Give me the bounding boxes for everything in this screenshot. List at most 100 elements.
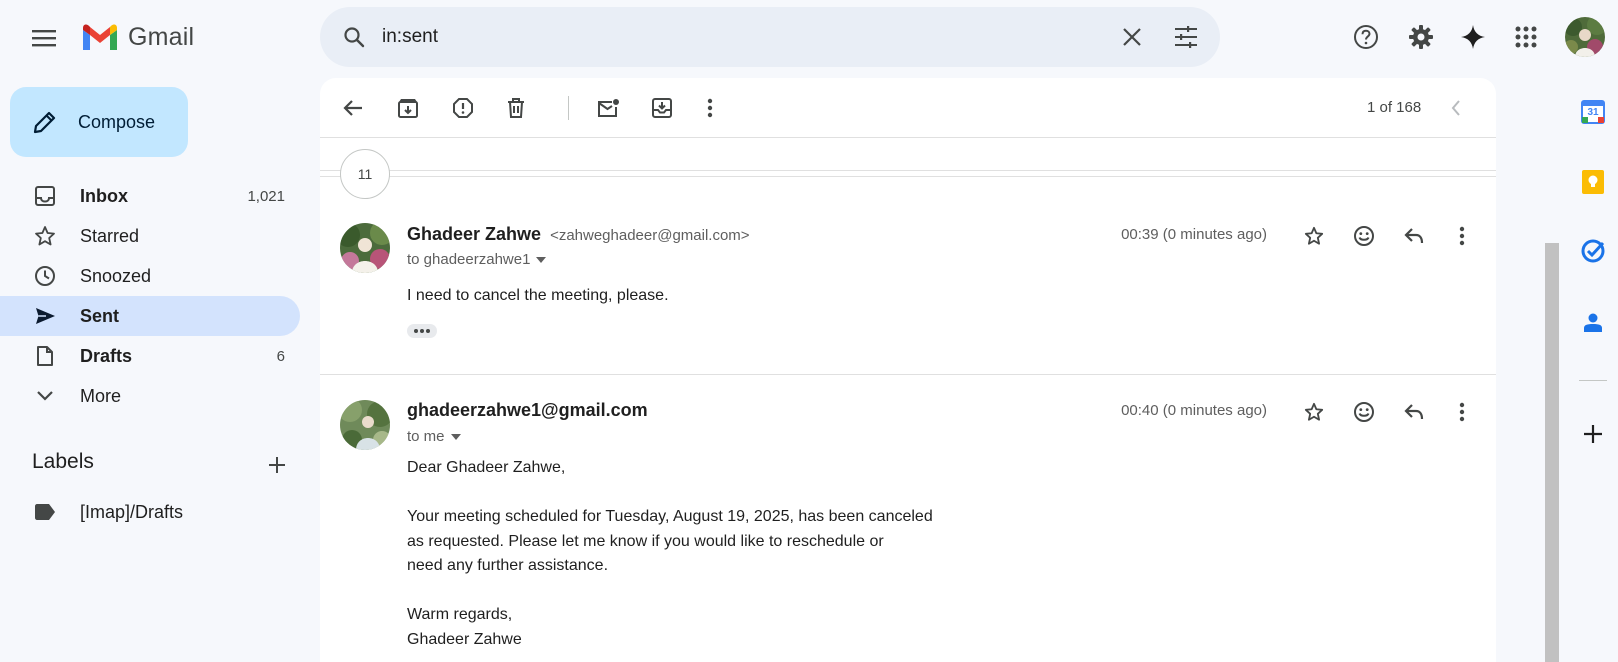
scrollbar-thumb[interactable] [1545,243,1559,662]
delete-button[interactable] [496,88,536,128]
body-line: need any further assistance. [407,557,609,574]
main-menu-button[interactable] [24,18,64,58]
calendar-day: 31 [1587,107,1599,118]
compose-label: Compose [78,111,156,132]
message-sender[interactable]: Ghadeer Zahwe <zahweghadeer@gmail.com> [407,224,750,245]
archive-button[interactable] [388,88,428,128]
add-icon [1583,424,1603,444]
collapsed-divider-line [320,176,1496,177]
sender-avatar[interactable] [340,400,390,450]
gmail-logo-icon [80,22,120,52]
keep-icon [1581,169,1605,195]
settings-icon [1408,24,1434,50]
emoji-icon [1353,401,1375,423]
reply-button[interactable] [1394,392,1434,432]
search-bar[interactable]: in:sent [320,7,1220,67]
more-vert-icon [707,98,713,118]
recipients-toggle[interactable]: to me [407,428,461,445]
body-line: as requested. Please let me know if you … [407,532,884,550]
sidebar-item-inbox[interactable]: Inbox 1,021 [0,176,300,216]
move-to-button[interactable] [642,88,682,128]
sidebar-item-starred[interactable]: Starred [0,216,300,256]
search-icon[interactable] [338,21,370,53]
sidebar-label-imap-drafts[interactable]: [Imap]/Drafts [0,492,300,532]
sidebar-item-label: Snoozed [80,265,152,286]
message-more-button[interactable] [1442,216,1482,256]
settings-button[interactable] [1401,17,1441,57]
reply-icon [1404,404,1424,420]
sidebar-item-sent[interactable]: Sent [0,296,300,336]
sidebar-item-label: Inbox [80,185,128,206]
sidebar-item-label: Drafts [80,345,133,366]
recipients-toggle[interactable]: to ghadeerzahwe1 [407,251,547,268]
add-reaction-button[interactable] [1344,392,1384,432]
sidebar-item-label: [Imap]/Drafts [80,501,184,522]
apps-button[interactable] [1506,17,1546,57]
more-vert-icon [1459,226,1465,246]
sender-name: Ghadeer Zahwe [407,224,542,244]
add-reaction-button[interactable] [1344,216,1384,256]
message-time: 00:40 (0 minutes ago) [1121,402,1267,419]
account-avatar[interactable] [1565,17,1605,57]
create-label-button[interactable] [262,450,292,480]
recipients-label: to ghadeerzahwe1 [407,251,531,268]
newer-button[interactable] [1436,88,1476,128]
search-input[interactable]: in:sent [382,26,1112,48]
pagination-label: 1 of 168 [1367,99,1422,116]
body-line: I need to cancel the meeting, please. [407,287,669,304]
delete-icon [507,98,525,118]
calendar-app-button[interactable]: 31 [1575,94,1611,130]
message-sender[interactable]: ghadeerzahwe1@gmail.com [407,400,648,421]
inbox-icon [32,183,58,209]
message-view: 1 of 168 11 Ghadeer Zahwe <zahweghadeer@… [320,78,1496,662]
report-spam-button[interactable] [443,88,483,128]
chevron-left-icon [1451,100,1461,116]
mark-unread-icon [597,99,619,117]
label-icon [32,499,58,525]
collapsed-divider-line [320,170,1496,171]
contacts-app-button[interactable] [1575,304,1611,340]
collapsed-messages-button[interactable]: 11 [340,149,390,199]
reply-button[interactable] [1394,216,1434,256]
archive-icon [398,98,418,118]
message-time: 00:39 (0 minutes ago) [1121,226,1267,243]
show-trimmed-content-button[interactable] [407,324,437,338]
side-panel-divider [1579,380,1607,381]
gemini-button[interactable] [1453,17,1493,57]
search-options-icon[interactable] [1166,17,1206,57]
message-divider-line [320,374,1496,375]
more-actions-button[interactable] [690,88,730,128]
keep-app-button[interactable] [1575,164,1611,200]
sidebar-item-more[interactable]: More [0,376,300,416]
emoji-icon [1353,225,1375,247]
labels-heading: Labels [32,450,94,473]
star-button[interactable] [1294,392,1334,432]
sender-name: ghadeerzahwe1@gmail.com [407,400,648,420]
back-button[interactable] [333,88,373,128]
sender-avatar[interactable] [340,223,390,273]
compose-button[interactable]: Compose [10,87,188,157]
tasks-app-button[interactable] [1575,233,1611,269]
message-more-button[interactable] [1442,392,1482,432]
clock-icon [32,263,58,289]
gmail-logo[interactable]: Gmail [80,20,194,54]
star-button[interactable] [1294,216,1334,256]
body-line: Ghadeer Zahwe [407,630,522,648]
help-button[interactable] [1346,17,1386,57]
main-menu-icon [31,28,57,48]
older-button[interactable] [1485,88,1496,128]
message-body: I need to cancel the meeting, please. [407,284,669,309]
sidebar-item-count: 6 [276,347,285,365]
get-addons-button[interactable] [1575,416,1611,452]
more-vert-icon [1459,402,1465,422]
draft-file-icon [32,343,58,369]
sidebar-item-snoozed[interactable]: Snoozed [0,256,300,296]
recipients-label: to me [407,428,445,445]
body-line: Dear Ghadeer Zahwe, [407,459,566,476]
sidebar-item-drafts[interactable]: Drafts 6 [0,336,300,376]
clear-search-icon[interactable] [1112,17,1152,57]
sender-email: <zahweghadeer@gmail.com> [550,227,750,244]
body-line: Warm regards, [407,606,513,623]
help-icon [1353,24,1379,50]
mark-unread-button[interactable] [588,88,628,128]
